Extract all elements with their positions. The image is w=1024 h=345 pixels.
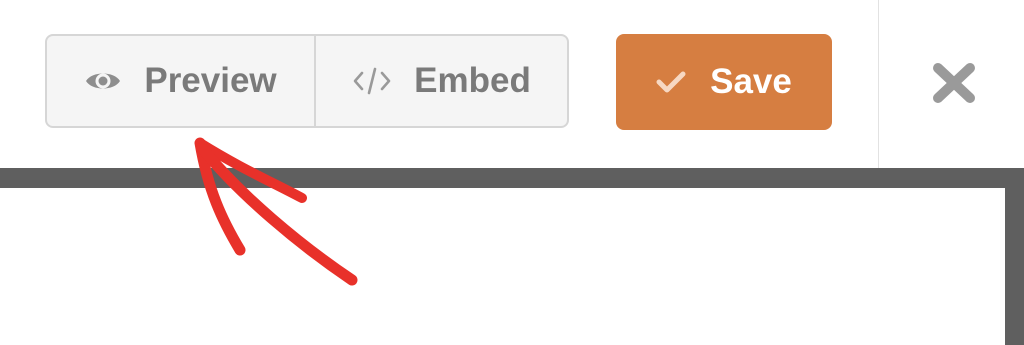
preview-label: Preview (144, 61, 277, 100)
embed-button[interactable]: Embed (316, 36, 567, 126)
close-button[interactable] (928, 62, 980, 108)
eye-icon (84, 68, 122, 94)
builder-canvas-frame (0, 168, 1024, 345)
toolbar-divider (878, 0, 879, 168)
close-icon (931, 61, 977, 110)
checkmark-icon (656, 70, 686, 94)
save-button[interactable]: Save (616, 34, 832, 130)
preview-button[interactable]: Preview (47, 36, 316, 126)
top-toolbar: Preview Embed Save (0, 0, 1024, 168)
builder-canvas (0, 188, 1005, 345)
code-icon (352, 66, 392, 96)
save-label: Save (710, 62, 792, 101)
form-builder-screen: Preview Embed Save (0, 0, 1024, 345)
preview-embed-button-group: Preview Embed (45, 34, 569, 128)
embed-label: Embed (414, 61, 531, 100)
